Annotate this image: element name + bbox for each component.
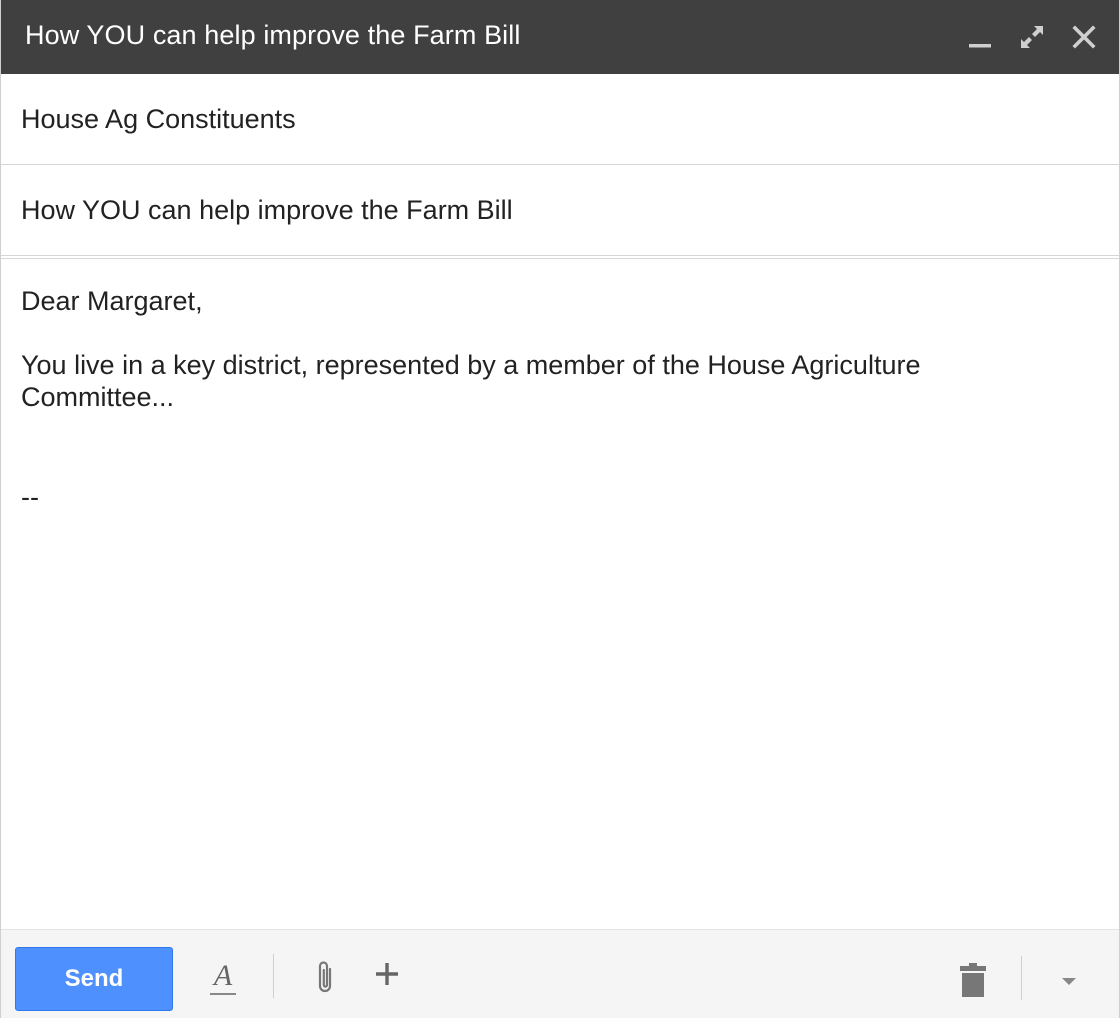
- compose-window: How YOU can help improve the Farm Bill H…: [0, 0, 1120, 1018]
- subject-field[interactable]: How YOU can help improve the Farm Bill: [1, 165, 1119, 256]
- compose-toolbar: Send A: [1, 929, 1119, 1018]
- message-greeting: Dear Margaret,: [21, 286, 203, 316]
- minimize-icon: [969, 44, 991, 48]
- message-text: Dear Margaret, You live in a key distric…: [21, 285, 1021, 513]
- format-letter: A: [213, 959, 233, 992]
- message-paragraph: You live in a key district, represented …: [21, 350, 921, 412]
- close-icon: [1072, 25, 1096, 49]
- compose-titlebar[interactable]: How YOU can help improve the Farm Bill: [1, 0, 1119, 74]
- more-options-icon: [1062, 978, 1076, 985]
- more-insert-options-button[interactable]: [367, 954, 407, 994]
- format-underline: [210, 993, 236, 995]
- more-insert-icon: [376, 963, 398, 985]
- attach-files-button[interactable]: [305, 956, 345, 1000]
- attach-icon: [318, 961, 332, 993]
- signature-separator: --: [21, 482, 39, 512]
- expand-button[interactable]: [1017, 22, 1047, 52]
- more-options-button[interactable]: [1049, 966, 1089, 996]
- send-button[interactable]: Send: [15, 947, 173, 1011]
- expand-icon: [1021, 26, 1043, 48]
- recipients-field[interactable]: House Ag Constituents: [1, 74, 1119, 165]
- close-button[interactable]: [1069, 22, 1099, 52]
- compose-title: How YOU can help improve the Farm Bill: [25, 20, 521, 50]
- formatting-options-button[interactable]: A: [201, 954, 245, 1002]
- recipients-value: House Ag Constituents: [21, 104, 296, 134]
- trash-icon: [960, 963, 986, 997]
- toolbar-divider: [273, 954, 274, 998]
- toolbar-divider: [1021, 956, 1022, 1000]
- window-controls: [965, 22, 1099, 52]
- discard-draft-button[interactable]: [951, 956, 995, 1004]
- message-body[interactable]: Dear Margaret, You live in a key distric…: [1, 258, 1119, 930]
- format-text-icon: A: [210, 961, 236, 995]
- subject-value: How YOU can help improve the Farm Bill: [21, 195, 513, 225]
- minimize-button[interactable]: [965, 22, 995, 52]
